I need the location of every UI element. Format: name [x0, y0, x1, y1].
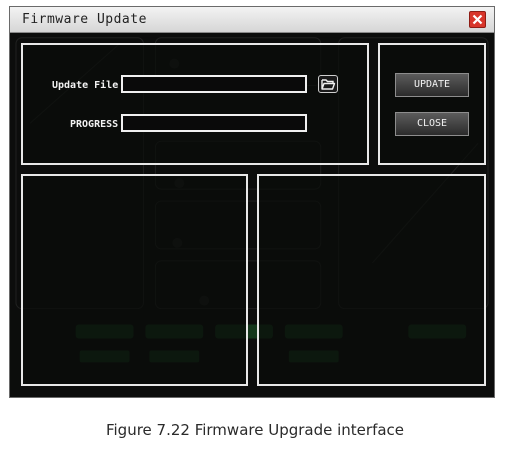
- title-bar[interactable]: Firmware Update: [10, 7, 494, 33]
- folder-open-icon: [321, 79, 336, 90]
- update-button[interactable]: UPDATE: [395, 73, 469, 97]
- firmware-update-window: Firmware Update Update File PROGRESS UPD…: [9, 6, 495, 398]
- browse-file-button[interactable]: [318, 75, 338, 93]
- update-file-label: Update File: [52, 80, 119, 91]
- info-panel-right: [257, 174, 486, 386]
- progress-label: PROGRESS: [70, 119, 119, 130]
- close-button[interactable]: CLOSE: [395, 112, 469, 136]
- window-title: Firmware Update: [22, 12, 147, 27]
- file-progress-panel: Update File PROGRESS: [21, 43, 369, 165]
- update-file-field[interactable]: [121, 75, 307, 93]
- progress-bar: [121, 114, 307, 132]
- info-panel-left: [21, 174, 248, 386]
- action-panel: UPDATE CLOSE: [378, 43, 486, 165]
- figure-caption: Figure 7.22 Firmware Upgrade interface: [105, 421, 405, 439]
- close-x-icon[interactable]: [469, 11, 486, 28]
